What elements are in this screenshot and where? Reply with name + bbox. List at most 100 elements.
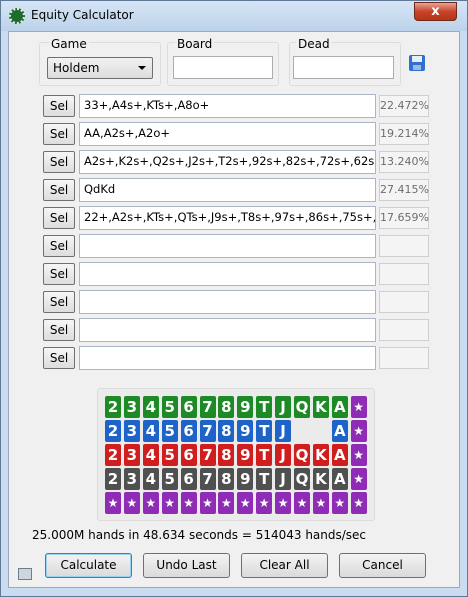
equity-result: [379, 319, 429, 341]
rank-random-star-icon[interactable]: ★: [199, 492, 216, 514]
card-clubs[interactable]: 4: [142, 396, 159, 418]
card-diamonds[interactable]: 2: [105, 420, 121, 442]
card-clubs[interactable]: 3: [123, 396, 140, 418]
card-clubs[interactable]: K: [312, 396, 329, 418]
sel-button[interactable]: Sel: [43, 123, 75, 145]
card-diamonds[interactable]: 3: [123, 420, 140, 442]
suit-random-star-icon[interactable]: ★: [350, 444, 367, 466]
card-spades[interactable]: 5: [161, 468, 178, 490]
hand-range-input[interactable]: [79, 318, 376, 342]
card-diamonds[interactable]: A: [331, 420, 348, 442]
sel-button[interactable]: Sel: [43, 151, 75, 173]
card-clubs[interactable]: 7: [199, 396, 216, 418]
suit-random-star-icon[interactable]: ★: [350, 420, 367, 442]
card-diamonds[interactable]: 7: [199, 420, 216, 442]
card-hearts[interactable]: 7: [199, 444, 216, 466]
card-clubs[interactable]: A: [331, 396, 348, 418]
hand-range-input[interactable]: [79, 290, 376, 314]
undo-last-button[interactable]: Undo Last: [143, 553, 230, 578]
board-input[interactable]: [173, 56, 273, 79]
card-clubs[interactable]: 2: [105, 396, 121, 418]
card-diamonds[interactable]: J: [275, 420, 292, 442]
sel-button[interactable]: Sel: [43, 291, 75, 313]
hand-range-input[interactable]: A2s+,K2s+,Q2s+,J2s+,T2s+,92s+,82s+,72s+,…: [79, 150, 376, 174]
save-icon[interactable]: [409, 55, 425, 71]
game-select[interactable]: Holdem: [47, 57, 153, 79]
rank-random-star-icon[interactable]: ★: [294, 492, 310, 514]
rank-random-star-icon[interactable]: ★: [123, 492, 140, 514]
card-clubs[interactable]: 8: [218, 396, 235, 418]
rank-random-star-icon[interactable]: ★: [180, 492, 197, 514]
card-clubs[interactable]: 9: [237, 396, 254, 418]
card-spades[interactable]: 3: [123, 468, 140, 490]
hand-range-input[interactable]: [79, 234, 376, 258]
hand-range-input[interactable]: [79, 262, 376, 286]
rank-random-star-icon[interactable]: ★: [331, 492, 348, 514]
rank-random-star-icon[interactable]: ★: [105, 492, 121, 514]
card-spades[interactable]: Q: [294, 468, 310, 490]
card-hearts[interactable]: 8: [218, 444, 235, 466]
card-hearts[interactable]: 9: [237, 444, 254, 466]
card-hearts[interactable]: T: [256, 444, 273, 466]
hand-range-input[interactable]: 33+,A4s+,KTs+,A8o+: [79, 94, 376, 118]
card-diamonds[interactable]: 6: [180, 420, 197, 442]
sel-button[interactable]: Sel: [43, 319, 75, 341]
rank-random-star-icon[interactable]: ★: [350, 492, 367, 514]
card-spades[interactable]: 9: [237, 468, 254, 490]
card-hearts[interactable]: 4: [142, 444, 159, 466]
rank-random-star-icon[interactable]: ★: [237, 492, 254, 514]
hand-range-input[interactable]: QdKd: [79, 178, 376, 202]
calculate-button[interactable]: Calculate: [45, 553, 132, 578]
suit-random-star-icon[interactable]: ★: [350, 396, 367, 418]
sel-button[interactable]: Sel: [43, 347, 75, 369]
card-hearts[interactable]: 3: [123, 444, 140, 466]
card-spades[interactable]: 7: [199, 468, 216, 490]
card-diamonds[interactable]: 9: [237, 420, 254, 442]
card-spades[interactable]: J: [275, 468, 292, 490]
card-diamonds[interactable]: 5: [161, 420, 178, 442]
cancel-button[interactable]: Cancel: [339, 553, 426, 578]
hand-range-input[interactable]: [79, 346, 376, 370]
card-spades[interactable]: 8: [218, 468, 235, 490]
rank-random-star-icon[interactable]: ★: [218, 492, 235, 514]
rank-random-star-icon[interactable]: ★: [275, 492, 292, 514]
card-spades[interactable]: K: [312, 468, 329, 490]
card-clubs[interactable]: 5: [161, 396, 178, 418]
card-clubs[interactable]: T: [256, 396, 273, 418]
card-spades[interactable]: 4: [142, 468, 159, 490]
card-hearts[interactable]: A: [331, 444, 348, 466]
equity-result: [379, 291, 429, 313]
card-spades[interactable]: 6: [180, 468, 197, 490]
hand-range-input[interactable]: 22+,A2s+,KTs+,QTs+,J9s+,T8s+,97s+,86s+,7…: [79, 206, 376, 230]
card-hearts[interactable]: K: [312, 444, 329, 466]
card-spades[interactable]: 2: [105, 468, 121, 490]
card-hearts[interactable]: 6: [180, 444, 197, 466]
card-diamonds[interactable]: 8: [218, 420, 235, 442]
sel-button[interactable]: Sel: [43, 263, 75, 285]
card-clubs[interactable]: J: [275, 396, 292, 418]
card-hearts[interactable]: 5: [161, 444, 178, 466]
sel-button[interactable]: Sel: [43, 207, 75, 229]
card-clubs[interactable]: 6: [180, 396, 197, 418]
rank-random-star-icon[interactable]: ★: [312, 492, 329, 514]
hand-range-input[interactable]: AA,A2s+,A2o+: [79, 122, 376, 146]
card-diamonds[interactable]: T: [256, 420, 273, 442]
card-diamonds[interactable]: 4: [142, 420, 159, 442]
sel-button[interactable]: Sel: [43, 95, 75, 117]
rank-random-star-icon[interactable]: ★: [142, 492, 159, 514]
sel-button[interactable]: Sel: [43, 179, 75, 201]
card-hearts[interactable]: 2: [105, 444, 121, 466]
card-spades[interactable]: T: [256, 468, 273, 490]
sel-button[interactable]: Sel: [43, 235, 75, 257]
rank-random-star-icon[interactable]: ★: [161, 492, 178, 514]
clear-all-button[interactable]: Clear All: [241, 553, 328, 578]
equity-result: 13.240%: [379, 151, 429, 173]
card-hearts[interactable]: J: [275, 444, 292, 466]
card-clubs[interactable]: Q: [294, 396, 310, 418]
card-spades[interactable]: A: [331, 468, 348, 490]
dead-input[interactable]: [293, 56, 394, 79]
suit-random-star-icon[interactable]: ★: [350, 468, 367, 490]
close-button[interactable]: x: [414, 2, 457, 21]
rank-random-star-icon[interactable]: ★: [256, 492, 273, 514]
card-hearts[interactable]: Q: [294, 444, 310, 466]
